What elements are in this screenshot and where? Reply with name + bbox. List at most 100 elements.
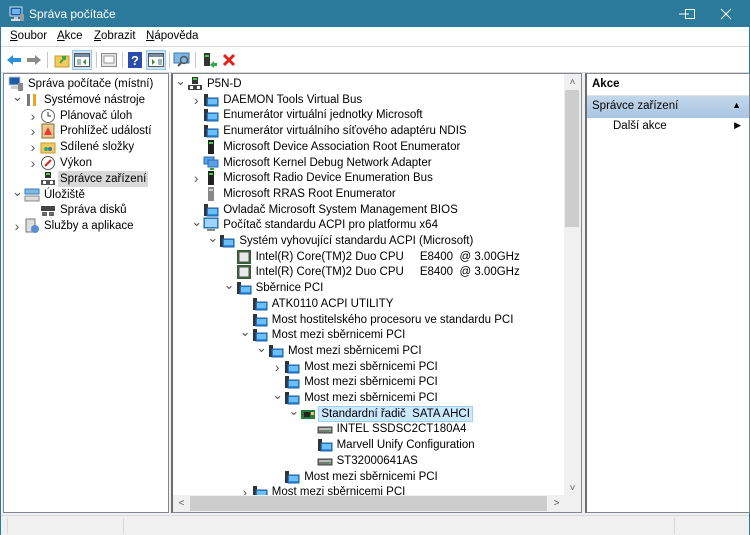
horizontal-scroll-thumb[interactable] — [190, 496, 547, 511]
forward-button[interactable] — [24, 50, 44, 70]
expand-chevron-down-icon[interactable]: ⌄ — [12, 90, 23, 108]
device-tree-item[interactable]: ST32000641AS — [173, 453, 581, 469]
device-tree-item-label[interactable]: Intel(R) Core(TM)2 Duo CPU E8400 @ 3.00G… — [254, 249, 522, 265]
device-tree-item[interactable]: Enumerátor virtuální jednotky Microsoft — [173, 107, 581, 123]
device-tree-item[interactable]: ⌄ P5N-D — [173, 74, 581, 92]
expand-chevron-right-icon[interactable]: › — [28, 108, 38, 124]
device-tree-item-label[interactable]: Systém vyhovující standardu ACPI (Micros… — [237, 233, 475, 249]
device-tree-item[interactable]: ⌄ Počítač standardu ACPI pro platformu x6… — [173, 215, 581, 233]
collapse-triangle-icon[interactable]: ▲ — [732, 100, 741, 110]
help-button[interactable]: ? — [125, 50, 145, 70]
device-tree-item[interactable]: Most mezi sběrnicemi PCI — [173, 374, 581, 390]
submenu-arrow-icon[interactable]: ▶ — [734, 120, 741, 131]
console-tree-item[interactable]: Správa disků — [4, 202, 168, 218]
scan-hardware-button[interactable] — [172, 50, 192, 70]
device-tree-item[interactable]: ⌄ Systém vyhovující standardu ACPI (Micro… — [173, 231, 581, 249]
console-tree-item-label[interactable]: Služby a aplikace — [42, 218, 136, 234]
console-tree-item-label[interactable]: Správa disků — [58, 202, 128, 218]
device-tree-item[interactable]: Ovladač Microsoft System Management BIOS — [173, 202, 581, 218]
console-tree-item[interactable]: ⌄ Úložiště — [4, 185, 168, 203]
properties-button[interactable] — [99, 50, 119, 70]
device-tree-item[interactable]: INTEL SSDSC2CT180A4 — [173, 421, 581, 437]
device-tree-item[interactable]: › DAEMON Tools Virtual Bus — [173, 92, 581, 108]
device-tree-item-label[interactable]: Most mezi sběrnicemi PCI — [302, 374, 440, 390]
vertical-scroll-thumb[interactable] — [565, 90, 579, 227]
device-tree-item-label[interactable]: Most hostitelského procesoru ve standard… — [270, 312, 516, 328]
device-tree-item-label[interactable]: Microsoft Radio Device Enumeration Bus — [221, 170, 435, 186]
console-tree-item[interactable]: › Prohlížeč událostí — [4, 123, 168, 139]
scroll-left-button[interactable]: < — [173, 495, 190, 512]
expand-chevron-down-icon[interactable]: ⌄ — [288, 404, 299, 422]
device-tree-item[interactable]: Microsoft Kernel Debug Network Adapter — [173, 155, 581, 171]
device-tree-item-label[interactable]: P5N-D — [205, 76, 244, 92]
device-tree-item-label[interactable]: Enumerátor virtuálního síťového adaptéru… — [221, 123, 468, 139]
device-tree-item[interactable]: ⌄ Sběrnice PCI — [173, 278, 581, 296]
menu-zobrazit[interactable]: Zobrazit — [94, 30, 136, 42]
title-bar[interactable]: Správa počítače — [1, 1, 749, 27]
device-tree-item-label[interactable]: Most mezi sběrnicemi PCI — [302, 390, 440, 406]
expand-chevron-down-icon[interactable]: ⌄ — [272, 388, 283, 406]
device-tree-item[interactable]: › Microsoft Radio Device Enumeration Bus — [173, 170, 581, 186]
console-tree-item[interactable]: › Sdílené složky — [4, 139, 168, 155]
scroll-up-button[interactable]: ˄ — [564, 74, 581, 91]
device-tree-item[interactable]: Intel(R) Core(TM)2 Duo CPU E8400 @ 3.00G… — [173, 249, 581, 265]
close-button[interactable] — [703, 1, 749, 27]
expand-chevron-down-icon[interactable]: ⌄ — [207, 231, 218, 249]
device-tree-item-label[interactable]: DAEMON Tools Virtual Bus — [221, 92, 364, 108]
device-tree-item[interactable]: ⌄ Most mezi sběrnicemi PCI — [173, 341, 581, 359]
expand-chevron-right-icon[interactable]: › — [191, 170, 201, 186]
device-tree-item[interactable]: › Most mezi sběrnicemi PCI — [173, 359, 581, 375]
show-hide-action-pane-button[interactable] — [146, 50, 166, 70]
device-tree-item-label[interactable]: Standardní řadič SATA AHCI — [318, 405, 473, 422]
update-driver-button[interactable] — [199, 50, 219, 70]
expand-chevron-right-icon[interactable]: › — [28, 139, 38, 155]
menu-akce[interactable]: Akce — [57, 30, 83, 42]
device-tree-item-label[interactable]: ATK0110 ACPI UTILITY — [270, 296, 396, 312]
console-tree-item[interactable]: ⌄ Systémové nástroje — [4, 90, 168, 108]
console-tree-item-label[interactable]: Výkon — [58, 155, 94, 171]
menu-soubor[interactable]: Soubor — [10, 30, 47, 42]
device-tree-item-label[interactable]: Ovladač Microsoft System Management BIOS — [221, 202, 460, 218]
console-tree-item[interactable]: › Výkon — [4, 155, 168, 171]
device-tree-item[interactable]: ⌄ Standardní řadič SATA AHCI — [173, 404, 581, 422]
device-tree-item[interactable]: Microsoft Device Association Root Enumer… — [173, 139, 581, 155]
device-tree-item-label[interactable]: Microsoft Device Association Root Enumer… — [221, 139, 462, 155]
back-button[interactable] — [4, 50, 24, 70]
up-folder-button[interactable] — [52, 50, 72, 70]
expand-chevron-down-icon[interactable]: ⌄ — [191, 215, 202, 233]
device-tree-item[interactable]: ATK0110 ACPI UTILITY — [173, 296, 581, 312]
scroll-right-button[interactable]: > — [548, 495, 565, 512]
device-tree-item-label[interactable]: INTEL SSDSC2CT180A4 — [335, 421, 469, 437]
device-tree-item-label[interactable]: Sběrnice PCI — [254, 280, 326, 296]
device-tree-item-label[interactable]: Enumerátor virtuální jednotky Microsoft — [221, 107, 424, 123]
expand-chevron-down-icon[interactable]: ⌄ — [175, 74, 186, 92]
expand-chevron-right-icon[interactable]: › — [28, 123, 38, 139]
console-tree-item[interactable]: Správa počítače (místní) — [4, 76, 168, 92]
console-tree-item-label[interactable]: Správa počítače (místní) — [26, 76, 155, 92]
console-tree-item[interactable]: Správce zařízení — [4, 170, 168, 187]
console-tree-item[interactable]: › Služby a aplikace — [4, 218, 168, 234]
vertical-scrollbar[interactable]: ˄ ˅ — [564, 74, 581, 497]
device-tree-item-label[interactable]: Most mezi sběrnicemi PCI — [302, 469, 440, 485]
actions-group-device-manager[interactable]: Správce zařízení ▲ — [587, 96, 749, 118]
console-tree-item-label[interactable]: Systémové nástroje — [42, 92, 147, 108]
device-tree-item[interactable]: Most mezi sběrnicemi PCI — [173, 469, 581, 485]
device-tree-item-label[interactable]: Most mezi sběrnicemi PCI — [286, 343, 424, 359]
device-tree-item[interactable]: Enumerátor virtuálního síťového adaptéru… — [173, 123, 581, 139]
device-tree-item[interactable]: Marvell Unify Configuration — [173, 437, 581, 453]
console-tree-item[interactable]: › Plánovač úloh — [4, 108, 168, 124]
device-tree-item-label[interactable]: ST32000641AS — [335, 453, 420, 469]
device-tree-item[interactable]: Most hostitelského procesoru ve standard… — [173, 312, 581, 328]
device-tree-item-label[interactable]: Počítač standardu ACPI pro platformu x64 — [221, 217, 440, 233]
device-tree-item[interactable]: Microsoft RRAS Root Enumerator — [173, 186, 581, 202]
expand-chevron-right-icon[interactable]: › — [12, 218, 22, 234]
expand-chevron-down-icon[interactable]: ⌄ — [12, 185, 23, 203]
expand-chevron-right-icon[interactable]: › — [272, 359, 282, 375]
device-tree-item-label[interactable]: Microsoft Kernel Debug Network Adapter — [221, 155, 433, 171]
console-tree-item-label[interactable]: Správce zařízení — [58, 170, 149, 187]
expand-chevron-down-icon[interactable]: ⌄ — [240, 325, 251, 343]
console-tree-item-label[interactable]: Plánovač úloh — [58, 108, 134, 124]
expand-chevron-down-icon[interactable]: ⌄ — [224, 278, 235, 296]
horizontal-scrollbar[interactable]: < > — [173, 495, 565, 512]
expand-chevron-right-icon[interactable]: › — [191, 92, 201, 108]
